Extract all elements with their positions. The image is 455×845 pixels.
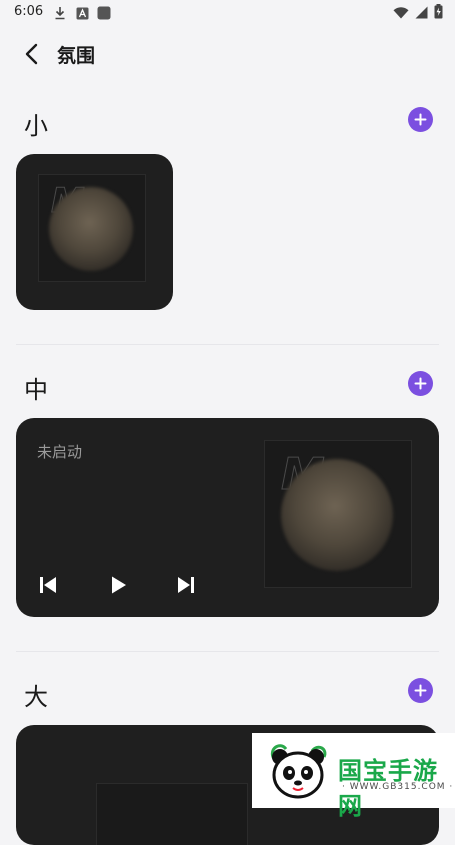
play-icon xyxy=(112,576,126,594)
status-bar: 6:06 xyxy=(0,0,455,26)
album-art xyxy=(96,783,248,845)
skip-previous-icon xyxy=(40,577,56,593)
plus-icon xyxy=(414,377,427,390)
next-button[interactable] xyxy=(171,570,201,600)
small-widget-card[interactable]: M xyxy=(16,154,173,310)
app-header: 氛围 xyxy=(0,30,455,76)
section-label-small: 小 xyxy=(24,112,48,140)
download-icon xyxy=(54,5,66,24)
album-art: M xyxy=(264,440,412,588)
skip-next-icon xyxy=(178,577,194,593)
play-button[interactable] xyxy=(103,570,133,600)
plus-icon xyxy=(414,113,427,126)
add-medium-widget-button[interactable] xyxy=(408,371,433,396)
album-art-orb xyxy=(49,187,133,271)
status-time: 6:06 xyxy=(14,4,44,19)
watermark-url: · WWW.GB315.COM · xyxy=(342,782,454,792)
previous-button[interactable] xyxy=(33,570,63,600)
medium-widget-card[interactable]: 未启动 M xyxy=(16,418,439,617)
page-title: 氛围 xyxy=(57,45,96,67)
playback-status: 未启动 xyxy=(37,443,83,461)
divider xyxy=(16,651,439,652)
add-small-widget-button[interactable] xyxy=(408,107,433,132)
section-label-medium: 中 xyxy=(24,376,48,404)
signal-icon xyxy=(415,4,428,23)
section-label-large: 大 xyxy=(24,683,48,711)
add-large-widget-button[interactable] xyxy=(408,678,433,703)
wifi-icon xyxy=(393,4,409,23)
divider xyxy=(16,344,439,345)
back-button[interactable] xyxy=(18,40,46,68)
chevron-left-icon xyxy=(25,43,38,65)
battery-charging-icon xyxy=(434,4,443,23)
panda-logo-icon xyxy=(271,744,327,799)
album-art: M xyxy=(38,174,146,282)
album-art-orb xyxy=(281,459,393,571)
plus-icon xyxy=(414,684,427,697)
watermark: 国宝手游网 · WWW.GB315.COM · xyxy=(252,733,455,820)
app-square-icon xyxy=(97,5,111,24)
font-a-icon xyxy=(76,5,89,24)
